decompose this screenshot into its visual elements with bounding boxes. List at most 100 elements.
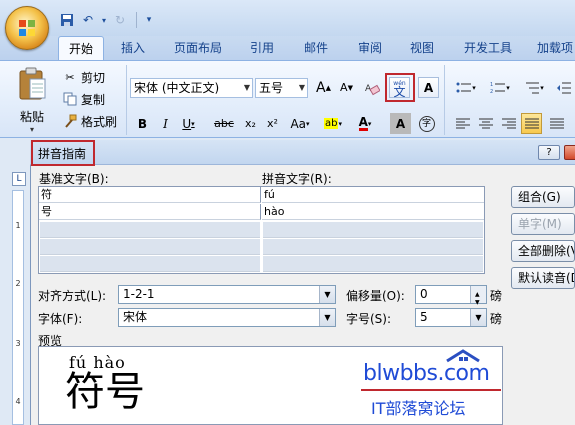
default-reading-button[interactable]: 默认读音(D) bbox=[511, 267, 575, 289]
ruby-text-cell[interactable]: fú bbox=[262, 187, 484, 203]
chevron-down-icon[interactable]: ▼ bbox=[470, 309, 486, 326]
font-name-combo[interactable]: 宋体 (中文正文) ▼ bbox=[130, 78, 253, 98]
phonetic-grid: 符 fú 号 hào bbox=[38, 186, 485, 274]
ruby-text-cell[interactable]: hào bbox=[262, 204, 484, 220]
change-case-button[interactable]: Aa ▾ bbox=[286, 113, 314, 134]
decrease-indent-icon[interactable] bbox=[553, 77, 574, 98]
quick-access-toolbar: ↶ ▾ ↻ ▾ bbox=[58, 10, 154, 30]
office-button[interactable] bbox=[5, 6, 49, 50]
group-divider bbox=[444, 65, 445, 135]
svg-text:1: 1 bbox=[490, 82, 493, 88]
dialog-title-highlight bbox=[31, 140, 95, 166]
italic-button[interactable]: I bbox=[155, 113, 176, 134]
highlight-color-button[interactable]: ab ▾ bbox=[318, 113, 348, 134]
align-center-icon[interactable] bbox=[475, 113, 496, 134]
customize-qat-icon[interactable]: ▾ bbox=[144, 11, 154, 29]
clear-all-button[interactable]: 全部删除(V) bbox=[511, 240, 575, 262]
offset-spinner[interactable]: 0 ▲ ▼ bbox=[415, 285, 487, 306]
align-left-icon[interactable] bbox=[452, 113, 473, 134]
enclose-characters-button[interactable]: 字 bbox=[416, 113, 437, 134]
tab-insert[interactable]: 插入 bbox=[112, 36, 154, 60]
chevron-down-icon[interactable]: ▼ bbox=[319, 286, 335, 303]
close-icon[interactable] bbox=[564, 145, 575, 160]
multilevel-list-icon bbox=[526, 82, 540, 93]
subscript-icon: x₂ bbox=[245, 117, 256, 130]
tab-mailings[interactable]: 邮件 bbox=[294, 36, 338, 60]
font-value: 宋体 bbox=[123, 310, 148, 324]
undo-icon[interactable]: ↶ bbox=[79, 11, 97, 29]
base-text-cell[interactable]: 号 bbox=[39, 204, 261, 220]
format-painter-button[interactable]: 格式刷 bbox=[62, 111, 117, 131]
offset-label: 偏移量(O): bbox=[346, 289, 405, 303]
save-icon[interactable] bbox=[58, 11, 76, 29]
size-select[interactable]: 5 ▼ bbox=[415, 308, 487, 327]
character-border-button[interactable]: A bbox=[418, 77, 439, 98]
group-button[interactable]: 组合(G) bbox=[511, 186, 575, 208]
format-painter-label: 格式刷 bbox=[81, 114, 118, 129]
bold-icon: B bbox=[137, 116, 148, 131]
subscript-button[interactable]: x₂ bbox=[240, 113, 261, 134]
underline-icon: U bbox=[182, 116, 192, 131]
brush-icon bbox=[62, 113, 78, 129]
underline-button[interactable]: U ▾ bbox=[178, 113, 199, 134]
chevron-down-icon[interactable]: ▼ bbox=[244, 79, 250, 97]
tab-home[interactable]: 开始 bbox=[58, 36, 104, 60]
tab-addins[interactable]: 加载项 bbox=[530, 36, 575, 60]
tab-references[interactable]: 引用 bbox=[240, 36, 284, 60]
grow-font-button[interactable]: A ▲ bbox=[313, 77, 334, 98]
ribbon-tabs: 开始 插入 页面布局 引用 邮件 审阅 视图 开发工具 加载项 bbox=[0, 36, 575, 60]
copy-button[interactable]: 复制 bbox=[62, 89, 105, 109]
strikethrough-button[interactable]: abc bbox=[210, 113, 238, 134]
tab-selector-icon[interactable]: L bbox=[12, 172, 26, 186]
ruler-bar: 1 2 3 4 bbox=[12, 190, 24, 425]
office-logo-icon bbox=[19, 20, 35, 36]
size-value: 5 bbox=[420, 310, 428, 324]
shrink-font-button[interactable]: A ▼ bbox=[336, 77, 357, 98]
distributed-icon[interactable] bbox=[546, 113, 567, 134]
phonetic-guide-highlight bbox=[385, 73, 415, 102]
watermark-underline bbox=[361, 389, 501, 391]
scissors-icon: ✂ bbox=[65, 70, 75, 84]
qat-divider bbox=[136, 12, 137, 28]
justify-icon[interactable] bbox=[521, 113, 542, 134]
multilevel-list-button[interactable]: ▾ bbox=[520, 77, 548, 98]
paste-label: 粘贴 bbox=[19, 110, 44, 124]
font-label: 字体(F): bbox=[38, 312, 83, 326]
numbering-icon: 12 bbox=[490, 82, 506, 95]
alignment-select[interactable]: 1-2-1 ▼ bbox=[118, 285, 336, 304]
font-color-button[interactable]: A ▾ bbox=[350, 113, 380, 134]
alignment-label: 对齐方式(L): bbox=[38, 289, 107, 303]
base-text-cell[interactable]: 符 bbox=[39, 187, 261, 203]
ruby-text-cell bbox=[263, 222, 483, 238]
redo-icon[interactable]: ↻ bbox=[111, 11, 129, 29]
ruby-text-label: 拼音文字(R): bbox=[262, 172, 332, 186]
copy-icon bbox=[62, 91, 78, 107]
preview-box: fú hào 符号 blwbbs.com IT部落窝论坛 bbox=[38, 346, 503, 425]
group-divider bbox=[126, 65, 127, 135]
font-select[interactable]: 宋体 ▼ bbox=[118, 308, 336, 327]
superscript-button[interactable]: x² bbox=[262, 113, 283, 134]
font-size-combo[interactable]: 五号 ▼ bbox=[255, 78, 308, 98]
tab-developer[interactable]: 开发工具 bbox=[455, 36, 521, 60]
bold-button[interactable]: B bbox=[132, 113, 153, 134]
character-shading-button[interactable]: A bbox=[390, 113, 411, 134]
bullets-button[interactable]: ▾ bbox=[452, 77, 480, 98]
cut-button[interactable]: ✂ 剪切 bbox=[62, 67, 105, 87]
paste-button[interactable]: 粘贴 ▾ bbox=[14, 67, 50, 134]
chevron-down-icon[interactable]: ▾ bbox=[100, 11, 108, 29]
help-icon: ? bbox=[546, 147, 552, 158]
help-button[interactable]: ? bbox=[538, 145, 560, 160]
ruler-number: 3 bbox=[15, 339, 21, 348]
tab-view[interactable]: 视图 bbox=[400, 36, 444, 60]
font-size-value: 五号 bbox=[259, 81, 284, 95]
spinner-arrows-icon[interactable]: ▲ ▼ bbox=[470, 286, 486, 306]
clear-format-icon[interactable]: A bbox=[361, 77, 382, 98]
chevron-down-icon[interactable]: ▼ bbox=[319, 309, 335, 326]
chevron-down-icon[interactable]: ▼ bbox=[299, 79, 305, 97]
preview-text: 符号 bbox=[65, 369, 145, 415]
size-unit: 磅 bbox=[490, 312, 503, 326]
numbering-button[interactable]: 1 2 ▾ bbox=[486, 77, 514, 98]
tab-review[interactable]: 审阅 bbox=[348, 36, 392, 60]
tab-page-layout[interactable]: 页面布局 bbox=[164, 36, 232, 60]
align-right-icon[interactable] bbox=[498, 113, 519, 134]
